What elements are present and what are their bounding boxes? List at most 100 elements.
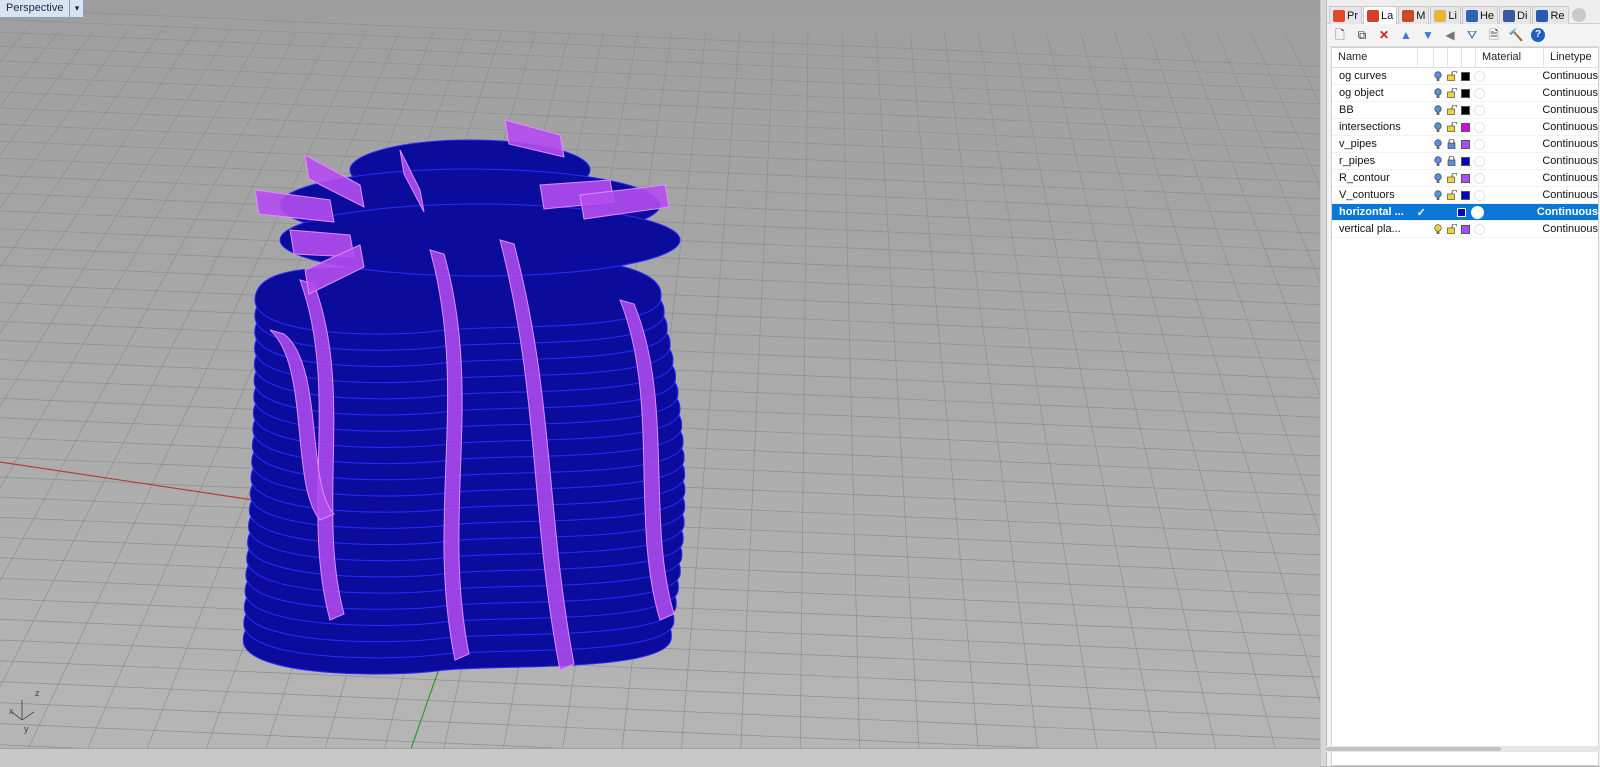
- layer-material-cell[interactable]: [1469, 205, 1533, 219]
- visibility-bulb-icon[interactable]: [1431, 223, 1445, 235]
- layer-material-cell[interactable]: [1472, 155, 1538, 167]
- layer-linetype[interactable]: Continuous: [1538, 223, 1598, 235]
- layer-material-cell[interactable]: [1472, 223, 1538, 235]
- visibility-bulb-icon[interactable]: [1431, 70, 1445, 82]
- layer-material-cell[interactable]: [1472, 172, 1538, 184]
- layer-name[interactable]: vertical pla...: [1332, 223, 1416, 235]
- layer-row[interactable]: v_pipes Continuous: [1332, 136, 1598, 153]
- layer-name[interactable]: V_contuors: [1332, 189, 1416, 201]
- layer-row[interactable]: og curves Continuous: [1332, 68, 1598, 85]
- column-header-current[interactable]: [1418, 48, 1434, 67]
- viewport-title[interactable]: Perspective: [0, 0, 69, 17]
- layer-name[interactable]: BB: [1332, 104, 1416, 116]
- layer-row[interactable]: og object Continuous: [1332, 85, 1598, 102]
- column-header-visible[interactable]: [1434, 48, 1448, 67]
- column-header-lock[interactable]: [1448, 48, 1462, 67]
- move-left-icon[interactable]: ◀: [1443, 28, 1457, 42]
- unlocked-padlock-icon[interactable]: [1445, 190, 1459, 200]
- layer-color-swatch[interactable]: [1459, 139, 1473, 149]
- new-layer-icon[interactable]: 🗋: [1333, 28, 1347, 42]
- tab-la[interactable]: La: [1363, 6, 1398, 24]
- layer-name[interactable]: R_contour: [1332, 172, 1416, 184]
- layer-linetype[interactable]: Continuous: [1538, 121, 1598, 133]
- tools-icon[interactable]: 🗎: [1487, 28, 1501, 42]
- column-header-name[interactable]: Name: [1332, 48, 1418, 67]
- layer-row[interactable]: V_contuors Continuous: [1332, 187, 1598, 204]
- visibility-bulb-icon[interactable]: [1431, 104, 1445, 116]
- layer-row[interactable]: vertical pla... Continuous: [1332, 221, 1598, 238]
- tab-pr[interactable]: Pr: [1329, 6, 1362, 24]
- layer-material-cell[interactable]: [1472, 70, 1538, 82]
- tab-m[interactable]: M: [1398, 6, 1430, 24]
- column-header-linetype[interactable]: Linetype: [1544, 48, 1598, 67]
- column-header-color[interactable]: [1462, 48, 1476, 67]
- current-layer-check-icon[interactable]: ✓: [1414, 206, 1429, 219]
- layer-color-swatch[interactable]: [1459, 71, 1473, 81]
- locked-padlock-icon[interactable]: [1445, 139, 1459, 149]
- move-up-icon[interactable]: ▲: [1399, 28, 1413, 42]
- panel-options-gear-icon[interactable]: [1571, 8, 1586, 22]
- help-icon[interactable]: ?: [1531, 28, 1545, 42]
- layer-name[interactable]: v_pipes: [1332, 138, 1416, 150]
- delete-icon[interactable]: ✕: [1377, 28, 1391, 42]
- unlocked-padlock-icon[interactable]: [1445, 173, 1459, 183]
- tab-li[interactable]: Li: [1430, 6, 1461, 24]
- layer-color-swatch[interactable]: [1455, 207, 1468, 217]
- layer-linetype[interactable]: Continuous: [1538, 172, 1598, 184]
- new-sublayer-icon[interactable]: ⧉: [1355, 28, 1369, 42]
- layer-row[interactable]: BB Continuous: [1332, 102, 1598, 119]
- layer-material-cell[interactable]: [1472, 121, 1538, 133]
- tab-re[interactable]: Re: [1532, 6, 1569, 24]
- visibility-bulb-icon[interactable]: [1431, 172, 1445, 184]
- layer-color-swatch[interactable]: [1459, 122, 1473, 132]
- unlocked-padlock-icon[interactable]: [1445, 71, 1459, 81]
- tab-di[interactable]: Di: [1499, 6, 1532, 24]
- layer-linetype[interactable]: Continuous: [1533, 206, 1598, 218]
- build-icon[interactable]: 🔨: [1509, 28, 1524, 42]
- move-down-icon[interactable]: ▼: [1421, 28, 1435, 42]
- layer-row[interactable]: horizontal ... ✓ Continuous: [1332, 204, 1598, 221]
- layer-material-cell[interactable]: [1472, 189, 1538, 201]
- layer-color-swatch[interactable]: [1459, 173, 1473, 183]
- layer-color-swatch[interactable]: [1459, 224, 1473, 234]
- layer-name[interactable]: og object: [1332, 87, 1416, 99]
- unlocked-padlock-icon[interactable]: [1445, 224, 1459, 234]
- column-header-material[interactable]: Material: [1476, 48, 1544, 67]
- layer-row[interactable]: r_pipes Continuous: [1332, 153, 1598, 170]
- layer-row[interactable]: intersections Continuous: [1332, 119, 1598, 136]
- layered-pavilion-model[interactable]: [242, 119, 686, 675]
- layer-name[interactable]: intersections: [1332, 121, 1416, 133]
- filter-icon[interactable]: ⛛: [1465, 28, 1479, 42]
- visibility-bulb-icon[interactable]: [1431, 155, 1445, 167]
- layer-row[interactable]: R_contour Continuous: [1332, 170, 1598, 187]
- perspective-viewport[interactable]: Perspective ▾ z x y: [0, 0, 1320, 766]
- viewport-title-tab[interactable]: Perspective ▾: [0, 0, 85, 18]
- layer-color-swatch[interactable]: [1459, 190, 1473, 200]
- layer-name[interactable]: r_pipes: [1332, 155, 1416, 167]
- layer-linetype[interactable]: Continuous: [1538, 87, 1598, 99]
- unlocked-padlock-icon[interactable]: [1445, 88, 1459, 98]
- layer-material-cell[interactable]: [1472, 104, 1538, 116]
- viewport-menu-arrow-icon[interactable]: ▾: [69, 0, 83, 17]
- layer-linetype[interactable]: Continuous: [1538, 70, 1598, 82]
- layer-material-cell[interactable]: [1472, 87, 1538, 99]
- visibility-bulb-icon[interactable]: [1431, 87, 1445, 99]
- visibility-bulb-icon[interactable]: [1431, 138, 1445, 150]
- layer-linetype[interactable]: Continuous: [1538, 189, 1598, 201]
- visibility-bulb-icon[interactable]: [1431, 121, 1445, 133]
- layer-linetype[interactable]: Continuous: [1538, 104, 1598, 116]
- layer-linetype[interactable]: Continuous: [1538, 138, 1598, 150]
- tab-he[interactable]: He: [1461, 6, 1499, 24]
- layer-color-swatch[interactable]: [1459, 156, 1473, 166]
- panel-horizontal-scrollbar[interactable]: [1326, 746, 1600, 752]
- layer-linetype[interactable]: Continuous: [1538, 155, 1598, 167]
- layer-name[interactable]: horizontal ...: [1332, 206, 1414, 218]
- layer-color-swatch[interactable]: [1459, 105, 1473, 115]
- layer-name[interactable]: og curves: [1332, 70, 1416, 82]
- visibility-bulb-icon[interactable]: [1431, 189, 1445, 201]
- scene-canvas[interactable]: [0, 0, 1320, 766]
- locked-padlock-icon[interactable]: [1445, 156, 1459, 166]
- unlocked-padlock-icon[interactable]: [1445, 122, 1459, 132]
- layer-material-cell[interactable]: [1472, 138, 1538, 150]
- unlocked-padlock-icon[interactable]: [1445, 105, 1459, 115]
